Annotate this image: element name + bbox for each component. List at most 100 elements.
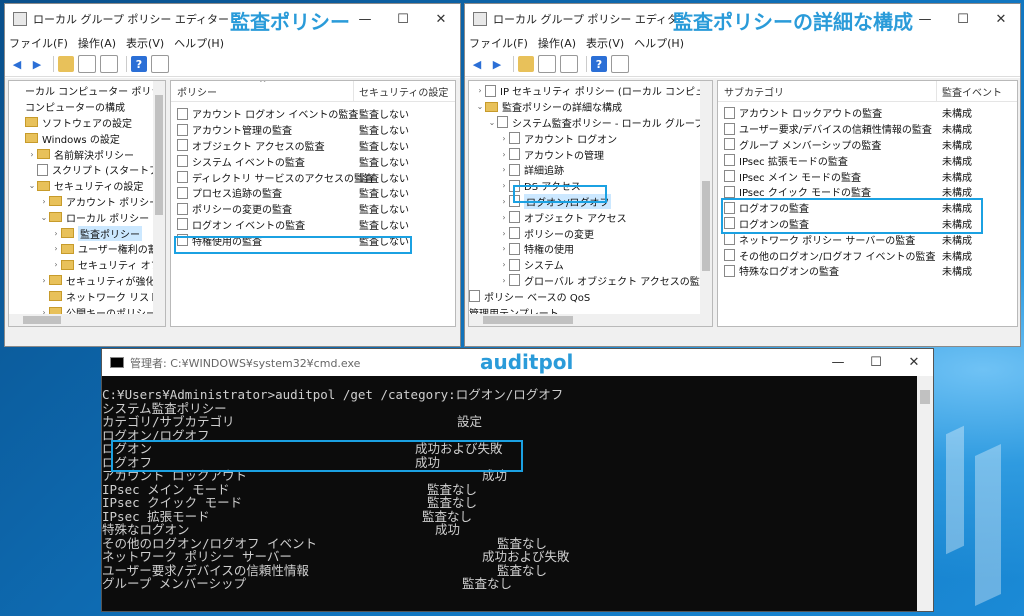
tree-item[interactable]: ⌄ ローカル ポリシー bbox=[9, 209, 165, 225]
column-header-audit-event[interactable]: 監査イベント bbox=[942, 84, 1002, 99]
policy-row[interactable]: ネットワーク ポリシー サーバーの監査 未構成 bbox=[718, 231, 1017, 247]
expand-right-icon[interactable]: › bbox=[51, 244, 61, 253]
tree-item[interactable]: スクリプト (スタートアップ/シ bbox=[9, 162, 165, 178]
tree-item[interactable]: › DS アクセス bbox=[469, 178, 712, 194]
policy-row[interactable]: システム イベントの監査 監査しない bbox=[171, 153, 455, 169]
policy-row[interactable]: ログオフの監査 未構成 bbox=[718, 200, 1017, 216]
tree-item[interactable]: ⌄ セキュリティの設定 bbox=[9, 178, 165, 194]
policy-row[interactable]: IPsec クイック モードの監査 未構成 bbox=[718, 184, 1017, 200]
expand-down-icon[interactable]: ⌄ bbox=[27, 181, 37, 190]
export-list-icon[interactable] bbox=[560, 55, 578, 73]
tree-item[interactable]: コンピューターの構成 bbox=[9, 99, 165, 115]
policy-row[interactable]: ログオンの監査 未構成 bbox=[718, 216, 1017, 232]
tree-item[interactable]: › 監査ポリシー bbox=[9, 225, 165, 241]
minimize-icon[interactable]: — bbox=[906, 4, 944, 34]
expand-right-icon[interactable]: › bbox=[499, 244, 509, 253]
policy-row[interactable]: アカウント管理の監査 監査しない bbox=[171, 122, 455, 138]
close-icon[interactable]: ✕ bbox=[422, 4, 460, 34]
console-output[interactable]: C:¥Users¥Administrator>auditpol /get /ca… bbox=[102, 376, 917, 611]
menu-file[interactable]: ファイル(F) bbox=[469, 35, 528, 51]
menu-action[interactable]: 操作(A) bbox=[538, 35, 576, 51]
policy-row[interactable]: プロセス追跡の監査 監査しない bbox=[171, 185, 455, 201]
help-icon[interactable]: ? bbox=[131, 56, 147, 72]
tree-item[interactable]: › セキュリティ オプシ bbox=[9, 257, 165, 273]
export-list-icon[interactable] bbox=[100, 55, 118, 73]
policy-row[interactable]: グループ メンバーシップの監査 未構成 bbox=[718, 137, 1017, 153]
expand-right-icon[interactable]: › bbox=[499, 229, 509, 238]
column-header-setting[interactable]: セキュリティの設定 bbox=[359, 84, 448, 99]
maximize-icon[interactable]: ☐ bbox=[384, 4, 422, 34]
minimize-icon[interactable]: — bbox=[819, 349, 857, 376]
tree-item[interactable]: ポリシー ベースの QoS bbox=[469, 288, 712, 304]
expand-right-icon[interactable]: › bbox=[39, 276, 49, 285]
expand-right-icon[interactable]: › bbox=[475, 86, 485, 95]
expand-right-icon[interactable]: › bbox=[499, 260, 509, 269]
tree-item[interactable]: ーカル コンピューター ポリシー bbox=[9, 83, 165, 99]
tree-item[interactable]: › アカウントの管理 bbox=[469, 146, 712, 162]
title-bar[interactable]: ローカル グループ ポリシー エディター 監査ポリシーの詳細な構成 — ☐ ✕ bbox=[465, 4, 1020, 34]
close-icon[interactable]: ✕ bbox=[982, 4, 1020, 34]
policy-row[interactable]: IPsec メイン モードの監査 未構成 bbox=[718, 168, 1017, 184]
expand-down-icon[interactable]: ⌄ bbox=[487, 118, 497, 127]
menu-help[interactable]: ヘルプ(H) bbox=[174, 35, 224, 51]
policy-row[interactable]: ポリシーの変更の監査 監査しない bbox=[171, 201, 455, 217]
tree-item[interactable]: › 詳細追跡 bbox=[469, 162, 712, 178]
policy-row[interactable]: IPsec 拡張モードの監査 未構成 bbox=[718, 152, 1017, 168]
expand-down-icon[interactable]: ⌄ bbox=[39, 213, 49, 222]
tree-item[interactable]: Windows の設定 bbox=[9, 130, 165, 146]
policy-row[interactable]: ユーザー要求/デバイスの信頼性情報の監査 未構成 bbox=[718, 121, 1017, 137]
tree-item[interactable]: ネットワーク リスト マネ bbox=[9, 288, 165, 304]
tree-item[interactable]: › IP セキュリティ ポリシー (ローカル コンピューター) bbox=[469, 83, 712, 99]
menu-file[interactable]: ファイル(F) bbox=[9, 35, 68, 51]
tree-item[interactable]: › アカウント ログオン bbox=[469, 130, 712, 146]
close-icon[interactable]: ✕ bbox=[895, 349, 933, 376]
help-icon[interactable]: ? bbox=[591, 56, 607, 72]
expand-down-icon[interactable]: ⌄ bbox=[475, 102, 485, 111]
maximize-icon[interactable]: ☐ bbox=[944, 4, 982, 34]
tree-item[interactable]: › ポリシーの変更 bbox=[469, 225, 712, 241]
menu-help[interactable]: ヘルプ(H) bbox=[634, 35, 684, 51]
expand-right-icon[interactable]: › bbox=[499, 213, 509, 222]
expand-right-icon[interactable]: › bbox=[39, 197, 49, 206]
menu-view[interactable]: 表示(V) bbox=[126, 35, 164, 51]
policy-row[interactable]: アカウント ロックアウトの監査 未構成 bbox=[718, 105, 1017, 121]
tree-item[interactable]: › セキュリティが強化され bbox=[9, 273, 165, 289]
policy-row[interactable]: ログオン イベントの監査 監査しない bbox=[171, 217, 455, 233]
minimize-icon[interactable]: — bbox=[346, 4, 384, 34]
expand-right-icon[interactable]: › bbox=[51, 260, 61, 269]
expand-right-icon[interactable]: › bbox=[51, 229, 61, 238]
tree-item[interactable]: ソフトウェアの設定 bbox=[9, 115, 165, 131]
policy-row[interactable]: その他のログオン/ログオフ イベントの監査 未構成 bbox=[718, 247, 1017, 263]
policy-row[interactable]: オブジェクト アクセスの監査 監査しない bbox=[171, 138, 455, 154]
tree-item[interactable]: › アカウント ポリシー bbox=[9, 194, 165, 210]
tree-item[interactable]: › 特権の使用 bbox=[469, 241, 712, 257]
expand-right-icon[interactable]: › bbox=[499, 276, 509, 285]
properties-icon[interactable] bbox=[151, 55, 169, 73]
menu-action[interactable]: 操作(A) bbox=[78, 35, 116, 51]
expand-right-icon[interactable]: › bbox=[499, 150, 509, 159]
tree-item[interactable]: ⌄ システム監査ポリシー - ローカル グループ ポリシ bbox=[469, 115, 712, 131]
expand-right-icon[interactable]: › bbox=[499, 197, 509, 206]
tree-item[interactable]: › ユーザー権利の割 bbox=[9, 241, 165, 257]
console-scrollbar[interactable] bbox=[917, 376, 933, 611]
back-arrow-icon[interactable]: ◀ bbox=[9, 56, 25, 72]
back-arrow-icon[interactable]: ◀ bbox=[469, 56, 485, 72]
tree-item[interactable]: › オブジェクト アクセス bbox=[469, 209, 712, 225]
up-folder-icon[interactable] bbox=[58, 56, 74, 72]
expand-right-icon[interactable]: › bbox=[499, 134, 509, 143]
forward-arrow-icon[interactable]: ▶ bbox=[29, 56, 45, 72]
tree-item[interactable]: ⌄ 監査ポリシーの詳細な構成 bbox=[469, 99, 712, 115]
tree-item[interactable]: › システム bbox=[469, 257, 712, 273]
expand-right-icon[interactable]: › bbox=[499, 181, 509, 190]
forward-arrow-icon[interactable]: ▶ bbox=[489, 56, 505, 72]
column-header-policy[interactable]: ポリシー bbox=[177, 84, 217, 99]
column-header-subcategory[interactable]: サブカテゴリ bbox=[724, 84, 784, 99]
show-hide-tree-icon[interactable] bbox=[538, 55, 556, 73]
tree-item[interactable]: › グローバル オブジェクト アクセスの監査 bbox=[469, 273, 712, 289]
show-hide-tree-icon[interactable] bbox=[78, 55, 96, 73]
expand-right-icon[interactable]: › bbox=[499, 165, 509, 174]
maximize-icon[interactable]: ☐ bbox=[857, 349, 895, 376]
policy-row[interactable]: ディレクトリ サービスのアクセスの監査 監査しない bbox=[171, 169, 455, 185]
policy-row[interactable]: アカウント ログオン イベントの監査 監査しない bbox=[171, 106, 455, 122]
title-bar[interactable]: ローカル グループ ポリシー エディター 監査ポリシー — ☐ ✕ bbox=[5, 4, 460, 34]
